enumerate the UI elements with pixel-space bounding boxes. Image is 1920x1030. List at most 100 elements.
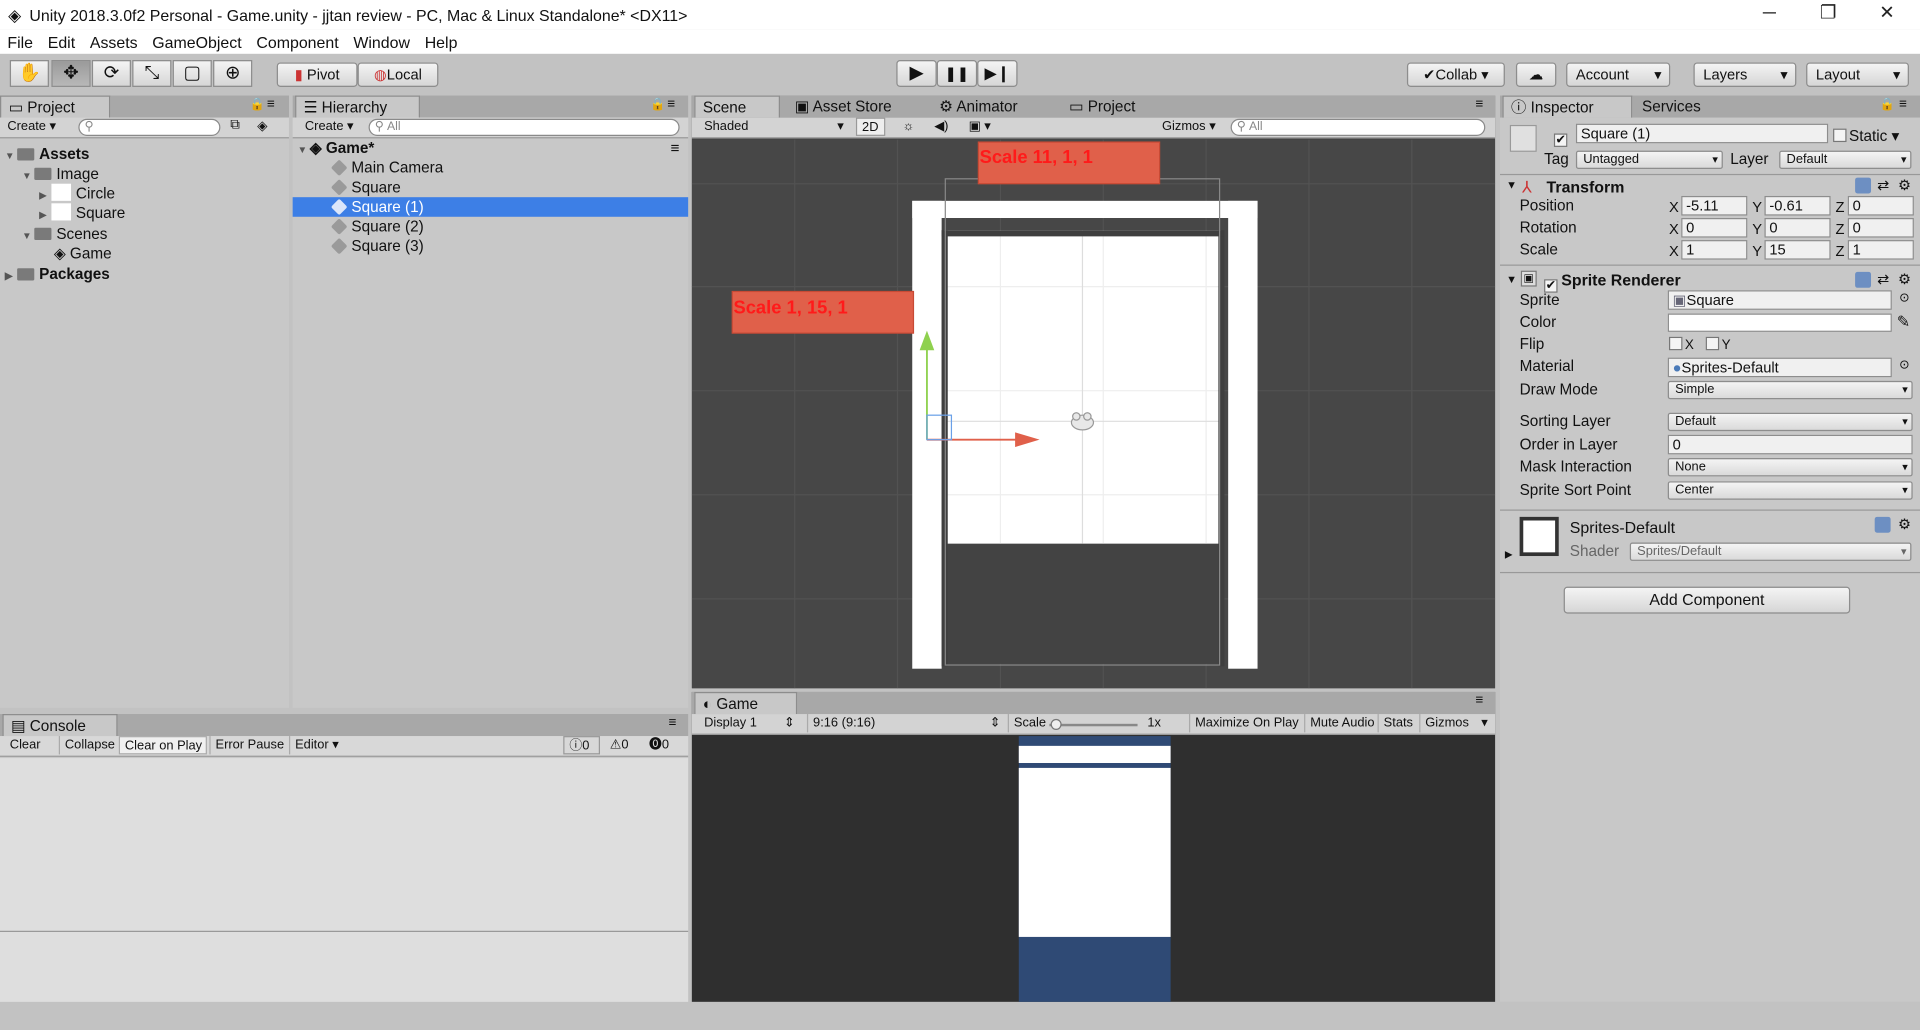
tree-game-scene[interactable]: ◈ Game <box>54 244 112 264</box>
scale-z-field[interactable]: 1 <box>1847 240 1914 260</box>
menu-assets[interactable]: Assets <box>82 32 144 50</box>
console-detail-area[interactable] <box>0 932 689 1002</box>
2d-mode-toggle[interactable]: 2D <box>855 117 886 136</box>
game-gizmos-dropdown[interactable]: Gizmos ▾ <box>1419 714 1490 733</box>
restore-button[interactable]: ❐ <box>1800 0 1856 29</box>
tab-console[interactable]: ▤ Console <box>2 714 118 737</box>
position-z-field[interactable]: 0 <box>1847 195 1914 216</box>
flip-y-checkbox[interactable] <box>1705 336 1720 351</box>
shading-mode-dropdown[interactable]: Shaded ▾ <box>699 118 846 136</box>
object-name-field[interactable]: Square (1) <box>1575 123 1829 144</box>
menu-edit[interactable]: Edit <box>40 32 82 50</box>
display-dropdown[interactable]: Display 1 ⇕ <box>699 714 797 732</box>
material-object-field[interactable]: ●Sprites-Default <box>1667 357 1892 378</box>
move-tool-icon[interactable]: ✥ <box>51 60 91 87</box>
transform-tool-icon[interactable]: ⊕ <box>213 60 253 87</box>
hierarchy-item-selected[interactable]: Square (1) <box>292 197 689 217</box>
pivot-toggle[interactable]: ▮ Pivot <box>276 62 358 87</box>
console-editor-dropdown[interactable]: Editor ▾ <box>288 736 343 755</box>
tab-game[interactable]: ◐ Game <box>694 691 798 715</box>
cloud-button[interactable]: ☁ <box>1515 62 1557 87</box>
sprite-sort-point-dropdown[interactable]: Center <box>1667 481 1913 500</box>
menu-file[interactable]: File <box>0 32 40 50</box>
fold-arrow-icon[interactable]: ▼ <box>1506 273 1517 285</box>
project-create-dropdown[interactable]: Create ▾ <box>2 118 68 136</box>
scale-x-field[interactable]: 1 <box>1681 240 1748 260</box>
static-toggle[interactable]: Static ▾ <box>1833 126 1899 145</box>
menu-component[interactable]: Component <box>249 32 346 50</box>
mask-interaction-dropdown[interactable]: None <box>1667 458 1913 477</box>
tag-dropdown[interactable]: Untagged <box>1575 150 1723 170</box>
panel-menu-icon[interactable]: ≡ <box>669 715 677 730</box>
tab-asset-store[interactable]: ▣ Asset Store <box>787 96 922 118</box>
color-swatch[interactable] <box>1667 313 1892 332</box>
aspect-dropdown[interactable]: 9:16 (9:16) ⇕ <box>806 714 1003 733</box>
preset-icon[interactable]: ⇄ <box>1877 271 1889 288</box>
rect-tool-icon[interactable]: ▢ <box>172 60 212 87</box>
audio-icon[interactable]: ◀) <box>929 118 953 136</box>
panel-menu-icon[interactable]: ≡ <box>1899 97 1907 112</box>
fold-arrow-icon[interactable]: ▶ <box>1505 549 1513 560</box>
gizmos-dropdown[interactable]: Gizmos ▾ <box>1157 118 1223 136</box>
tab-hierarchy[interactable]: ☰ Hierarchy <box>295 95 421 118</box>
tree-square[interactable]: ▶ Square <box>39 203 125 223</box>
tab-project[interactable]: ▭ Project <box>0 95 111 118</box>
shader-dropdown[interactable]: Sprites/Default <box>1629 542 1912 561</box>
panel-menu-icon[interactable]: ≡ <box>1476 693 1484 708</box>
pause-button[interactable]: ❚❚ <box>936 60 978 87</box>
layers-dropdown[interactable]: Layers ▾ <box>1693 62 1797 87</box>
scene-root[interactable]: ▼ ◈ Game* ≡ <box>298 138 685 158</box>
preset-icon[interactable]: ⇄ <box>1877 177 1889 194</box>
hierarchy-item[interactable]: Main Camera <box>330 158 443 178</box>
tree-packages[interactable]: ▶ Packages <box>5 265 110 285</box>
stats-toggle[interactable]: Stats <box>1377 714 1417 733</box>
position-y-field[interactable]: -0.61 <box>1764 195 1831 216</box>
sprite-renderer-header[interactable]: Sprite Renderer <box>1561 271 1680 291</box>
menu-help[interactable]: Help <box>417 32 464 50</box>
active-checkbox[interactable]: ✔ <box>1553 126 1570 147</box>
tab-animator[interactable]: ⚙ Animator <box>932 96 1054 118</box>
filter-type-icon[interactable]: ⧉ <box>230 118 240 134</box>
hierarchy-create-dropdown[interactable]: Create ▾ <box>300 118 364 136</box>
hierarchy-item[interactable]: Square (3) <box>330 236 424 256</box>
play-button[interactable]: ▶ <box>896 60 937 87</box>
hierarchy-item[interactable]: Square (2) <box>330 217 424 237</box>
account-dropdown[interactable]: Account ▾ <box>1566 62 1671 87</box>
eyedropper-icon[interactable]: ✎ <box>1897 312 1910 332</box>
tree-circle[interactable]: ▶ Circle <box>39 183 115 204</box>
gear-icon[interactable]: ⚙ <box>1898 516 1911 533</box>
filter-label-icon[interactable]: ◈ <box>257 118 267 134</box>
transform-header[interactable]: Transform <box>1547 178 1625 198</box>
menu-window[interactable]: Window <box>346 32 417 50</box>
panel-menu-icon[interactable]: ≡ <box>667 97 675 112</box>
tab-scene[interactable]: Scene <box>694 95 781 118</box>
right-wall-sprite[interactable] <box>1228 200 1258 669</box>
console-collapse-toggle[interactable]: Collapse <box>58 736 118 755</box>
flip-y-toggle[interactable]: Y <box>1705 336 1731 353</box>
help-book-icon[interactable] <box>1874 516 1891 533</box>
scene-search-input[interactable]: ⚲ All <box>1230 118 1486 136</box>
console-log-area[interactable] <box>0 758 689 931</box>
lock-icon[interactable]: 🔒 <box>1880 98 1895 111</box>
scene-canvas[interactable]: Scale 11, 1, 1 Scale 1, 15, 1 <box>691 139 1496 689</box>
static-checkbox[interactable] <box>1833 128 1847 143</box>
mute-audio-toggle[interactable]: Mute Audio <box>1304 714 1377 733</box>
panel-menu-icon[interactable]: ≡ <box>1476 97 1484 112</box>
lock-icon[interactable]: 🔒 <box>650 98 665 111</box>
tree-image[interactable]: ▼ Image <box>22 164 99 184</box>
menu-gameobject[interactable]: GameObject <box>145 32 249 50</box>
top-wall-sprite[interactable] <box>912 200 1258 219</box>
scene-menu-icon[interactable]: ≡ <box>671 138 680 158</box>
console-clear-on-play-toggle[interactable]: Clear on Play <box>118 736 207 755</box>
tab-inspector[interactable]: ⓘ Inspector <box>1502 95 1633 118</box>
game-render-area[interactable] <box>1018 736 1171 1002</box>
tab-services[interactable]: Services <box>1635 96 1745 118</box>
rotate-tool-icon[interactable]: ⟳ <box>91 60 132 87</box>
warning-count-toggle[interactable]: ⚠0 <box>605 736 639 754</box>
tab-project-2[interactable]: ▭ Project <box>1062 96 1184 118</box>
hierarchy-item[interactable]: Square <box>330 178 401 198</box>
scale-slider-thumb[interactable] <box>1050 718 1062 730</box>
scale-tool-icon[interactable]: ⤡ <box>132 60 172 87</box>
layout-dropdown[interactable]: Layout ▾ <box>1806 62 1909 87</box>
minimize-button[interactable]: ─ <box>1741 0 1797 29</box>
